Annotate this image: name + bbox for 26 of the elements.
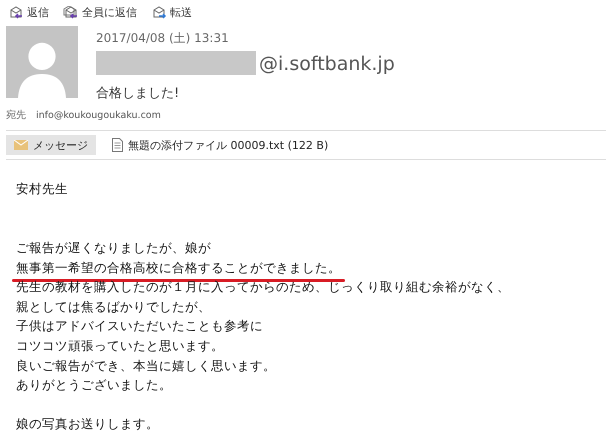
message-tab[interactable]: メッセージ (6, 135, 96, 155)
document-icon (112, 138, 123, 152)
body-text-line: 無事第一希望の合格高校に合格することができました。 (16, 260, 341, 277)
to-label: 宛先 (6, 108, 26, 122)
body-text-line: 先生の教材を購入したのが１月に入ってからのため、じっくり取り組む余裕がなく、 (16, 279, 510, 296)
body-text-line: 親としては焦るばかりでしたが、 (16, 298, 211, 316)
body-text-line: ありがとうございました。 (16, 377, 172, 394)
date-time: 2017/04/08 (土) 13:31 (96, 30, 230, 47)
sender-address: @i.softbank.jp (259, 53, 395, 75)
envelope-icon (8, 6, 24, 18)
body-text-line: コツコツ頑張っていたと思います。 (16, 338, 224, 356)
reply-all-button[interactable]: 全員に返信 (63, 4, 137, 20)
body-text-line: ご報告が遅くなりましたが、娘が (16, 240, 211, 258)
envelope-icon (151, 6, 167, 18)
envelope-icon (63, 6, 79, 18)
body-text-line: 子供はアドバイスいただいたことも参考に (16, 318, 263, 336)
avatar (6, 26, 78, 98)
envelope-icon (14, 140, 28, 150)
recipient-address: info@koukougoukaku.com (36, 110, 161, 121)
reply-button[interactable]: 返信 (8, 4, 49, 20)
body-text-line: 良いご報告ができ、本当に嬉しく思います。 (16, 358, 276, 375)
forward-button[interactable]: 転送 (151, 4, 192, 20)
body-text-line: 娘の写真お送りします。 (16, 416, 159, 434)
attachment-file[interactable]: 無題の添付ファイル 00009.txt (122 B) (104, 135, 336, 155)
body-text-line: 安村先生 (16, 181, 68, 198)
subject: 合格しました! (96, 85, 180, 102)
